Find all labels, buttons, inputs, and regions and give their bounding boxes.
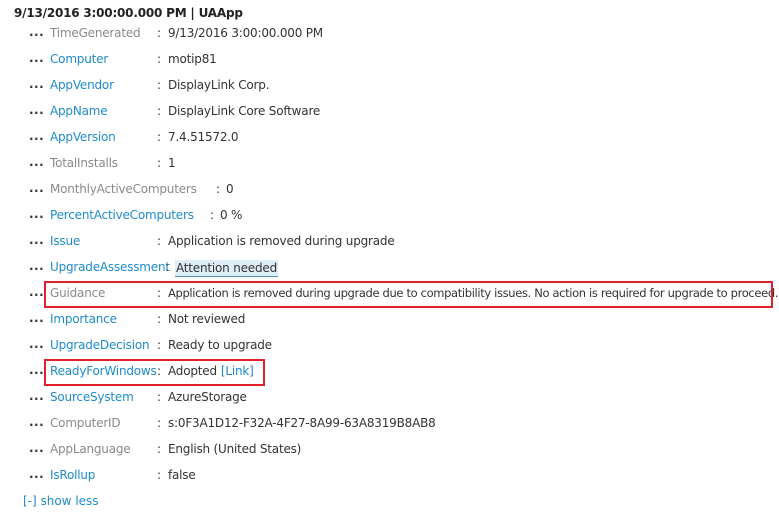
field-value-upgradeassessment[interactable]: Attention needed xyxy=(175,260,278,277)
field-row-upgradeassessment: ... UpgradeAssessment : Attention needed xyxy=(0,256,779,282)
ready-for-windows-status: Adopted xyxy=(168,364,217,378)
expand-menu-icon[interactable]: ... xyxy=(29,441,44,455)
field-separator: : xyxy=(157,234,162,248)
field-value-isrollup: false xyxy=(168,468,196,482)
field-row-monthlyactivecomputers: ... MonthlyActiveComputers : 0 xyxy=(0,178,779,204)
field-name-isrollup[interactable]: IsRollup xyxy=(50,468,95,482)
field-value-issue: Application is removed during upgrade xyxy=(168,234,395,248)
field-list: ... TimeGenerated : 9/13/2016 3:00:00.00… xyxy=(0,22,779,490)
field-value-readyforwindows: Adopted [Link] xyxy=(168,364,254,378)
field-name-computer[interactable]: Computer xyxy=(50,52,108,66)
field-value-appversion: 7.4.51572.0 xyxy=(168,130,239,144)
field-name-percentactivecomputers[interactable]: PercentActiveComputers xyxy=(50,208,194,222)
field-name-appname[interactable]: AppName xyxy=(50,104,108,118)
field-name-appvendor[interactable]: AppVendor xyxy=(50,78,114,92)
field-row-appversion: ... AppVersion : 7.4.51572.0 xyxy=(0,126,779,152)
field-separator: : xyxy=(157,442,162,456)
field-value-sourcesystem: AzureStorage xyxy=(168,390,247,404)
field-row-computer: ... Computer : motip81 xyxy=(0,48,779,74)
expand-menu-icon[interactable]: ... xyxy=(29,207,44,221)
field-name-upgradeassessment[interactable]: UpgradeAssessment xyxy=(50,260,170,274)
field-separator: : xyxy=(157,338,162,352)
expand-menu-icon[interactable]: ... xyxy=(29,259,44,273)
expand-menu-icon[interactable]: ... xyxy=(29,181,44,195)
field-value-upgradedecision: Ready to upgrade xyxy=(168,338,272,352)
field-value-guidance: Application is removed during upgrade du… xyxy=(168,286,779,300)
field-row-percentactivecomputers: ... PercentActiveComputers : 0 % xyxy=(0,204,779,230)
expand-menu-icon[interactable]: ... xyxy=(29,363,44,377)
field-separator: : xyxy=(157,468,162,482)
expand-menu-icon[interactable]: ... xyxy=(29,337,44,351)
expand-menu-icon[interactable]: ... xyxy=(29,285,44,299)
field-name-issue[interactable]: Issue xyxy=(50,234,80,248)
field-value-appname: DisplayLink Core Software xyxy=(168,104,321,118)
ready-for-windows-link[interactable]: [Link] xyxy=(221,364,254,378)
field-value-importance: Not reviewed xyxy=(168,312,246,326)
field-separator: : xyxy=(157,78,162,92)
record-header: 9/13/2016 3:00:00.000 PM | UAApp xyxy=(14,6,243,20)
field-separator: : xyxy=(157,130,162,144)
field-value-timegenerated: 9/13/2016 3:00:00.000 PM xyxy=(168,26,323,40)
field-name-importance[interactable]: Importance xyxy=(50,312,117,326)
field-value-percentactivecomputers: 0 % xyxy=(220,208,243,222)
field-separator: : xyxy=(157,104,162,118)
field-separator: : xyxy=(157,286,162,300)
field-value-computerid: s:0F3A1D12-F32A-4F27-8A99-63A8319B8AB8 xyxy=(168,416,436,430)
expand-menu-icon[interactable]: ... xyxy=(29,77,44,91)
field-name-appversion[interactable]: AppVersion xyxy=(50,130,116,144)
show-less-link[interactable]: [-] show less xyxy=(23,494,99,508)
field-row-appvendor: ... AppVendor : DisplayLink Corp. xyxy=(0,74,779,100)
field-name-sourcesystem[interactable]: SourceSystem xyxy=(50,390,134,404)
field-value-appvendor: DisplayLink Corp. xyxy=(168,78,270,92)
field-row-issue: ... Issue : Application is removed durin… xyxy=(0,230,779,256)
field-row-appname: ... AppName : DisplayLink Core Software xyxy=(0,100,779,126)
expand-menu-icon[interactable]: ... xyxy=(29,103,44,117)
field-name-upgradedecision[interactable]: UpgradeDecision xyxy=(50,338,150,352)
expand-menu-icon[interactable]: ... xyxy=(29,389,44,403)
field-value-monthlyactivecomputers: 0 xyxy=(226,182,234,196)
field-separator: : xyxy=(210,208,215,222)
field-value-totalinstalls: 1 xyxy=(168,156,176,170)
field-separator: : xyxy=(157,312,162,326)
field-row-applanguage: ... AppLanguage : English (United States… xyxy=(0,438,779,464)
field-value-applanguage: English (United States) xyxy=(168,442,302,456)
field-row-importance: ... Importance : Not reviewed xyxy=(0,308,779,334)
expand-menu-icon[interactable]: ... xyxy=(29,155,44,169)
field-separator: : xyxy=(157,52,162,66)
field-row-guidance: ... Guidance : Application is removed du… xyxy=(0,282,779,308)
field-row-timegenerated: ... TimeGenerated : 9/13/2016 3:00:00.00… xyxy=(0,22,779,48)
field-name-timegenerated: TimeGenerated xyxy=(50,26,141,40)
field-row-upgradedecision: ... UpgradeDecision : Ready to upgrade xyxy=(0,334,779,360)
field-row-sourcesystem: ... SourceSystem : AzureStorage xyxy=(0,386,779,412)
field-row-totalinstalls: ... TotalInstalls : 1 xyxy=(0,152,779,178)
expand-menu-icon[interactable]: ... xyxy=(29,129,44,143)
expand-menu-icon[interactable]: ... xyxy=(29,415,44,429)
field-row-computerid: ... ComputerID : s:0F3A1D12-F32A-4F27-8A… xyxy=(0,412,779,438)
field-separator: : xyxy=(157,26,162,40)
field-row-isrollup: ... IsRollup : false xyxy=(0,464,779,490)
field-separator: : xyxy=(157,364,162,378)
field-value-computer: motip81 xyxy=(168,52,217,66)
field-separator: : xyxy=(157,416,162,430)
field-name-computerid: ComputerID xyxy=(50,416,121,430)
field-separator: : xyxy=(165,260,170,274)
expand-menu-icon[interactable]: ... xyxy=(29,51,44,65)
field-name-applanguage: AppLanguage xyxy=(50,442,131,456)
field-row-readyforwindows: ... ReadyForWindows : Adopted [Link] xyxy=(0,360,779,386)
field-separator: : xyxy=(216,182,221,196)
expand-menu-icon[interactable]: ... xyxy=(29,233,44,247)
expand-menu-icon[interactable]: ... xyxy=(29,467,44,481)
field-name-totalinstalls: TotalInstalls xyxy=(50,156,118,170)
expand-menu-icon[interactable]: ... xyxy=(29,25,44,39)
field-separator: : xyxy=(157,390,162,404)
field-name-monthlyactivecomputers: MonthlyActiveComputers xyxy=(50,182,197,196)
field-separator: : xyxy=(157,156,162,170)
expand-menu-icon[interactable]: ... xyxy=(29,311,44,325)
field-name-readyforwindows[interactable]: ReadyForWindows xyxy=(50,364,157,378)
field-name-guidance: Guidance xyxy=(50,286,106,300)
